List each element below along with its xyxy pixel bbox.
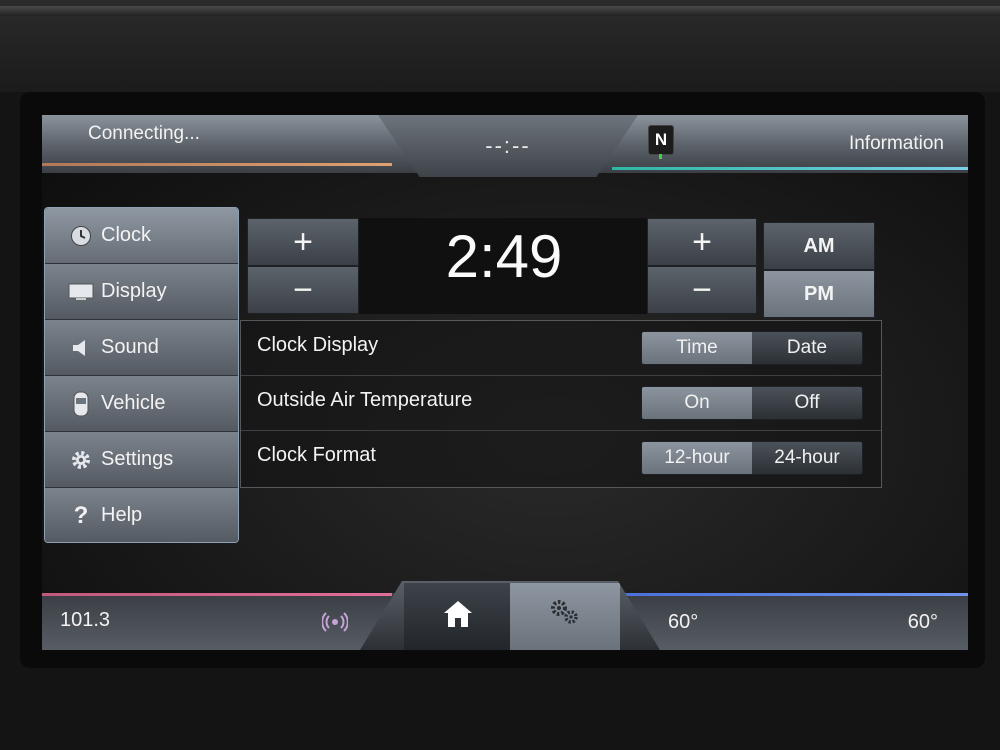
bezel-top (0, 0, 1000, 92)
accent-line-teal (612, 167, 968, 170)
option-on[interactable]: On (642, 387, 752, 419)
driver-temperature[interactable]: 60° (668, 611, 698, 634)
top-status-bar: Connecting... --:-- N Information (42, 115, 968, 177)
accent-line-pink (42, 593, 392, 596)
display-icon (63, 282, 99, 302)
option-time[interactable]: Time (642, 332, 752, 364)
gear-icon (63, 448, 99, 472)
radio-frequency[interactable]: 101.3 (60, 609, 110, 632)
sidebar-item-label: Help (101, 504, 143, 526)
clock-settings-list: Clock Display Time Date Outside Air Temp… (240, 320, 882, 488)
option-date[interactable]: Date (752, 332, 862, 364)
hour-minus-button[interactable]: − (247, 266, 359, 314)
sidebar-item-label: Settings (101, 448, 174, 470)
settings-sidebar: Clock Display Sound Vehicle Settings ? H… (44, 207, 239, 543)
option-off[interactable]: Off (752, 387, 862, 419)
setting-label: Outside Air Temperature (257, 389, 473, 411)
car-icon (63, 391, 99, 417)
minute-minus-button[interactable]: − (647, 266, 757, 314)
clock-format-toggle: 12-hour 24-hour (641, 441, 863, 475)
outside-temp-toggle: On Off (641, 386, 863, 420)
passenger-temperature[interactable]: 60° (908, 611, 938, 634)
sidebar-item-label: Vehicle (101, 392, 166, 414)
sidebar-item-label: Clock (101, 224, 152, 246)
settings-tab-button[interactable] (510, 583, 620, 650)
broadcast-icon[interactable] (321, 609, 349, 640)
sidebar-item-help[interactable]: ? Help (45, 488, 238, 542)
option-24-hour[interactable]: 24-hour (752, 442, 862, 474)
setting-row-clock-display: Clock Display Time Date (241, 321, 881, 376)
hour-plus-button[interactable]: + (247, 218, 359, 266)
am-button[interactable]: AM (763, 222, 875, 270)
setting-label: Clock Display (257, 334, 379, 356)
setting-row-clock-format: Clock Format 12-hour 24-hour (241, 431, 881, 485)
sidebar-item-vehicle[interactable]: Vehicle (45, 376, 238, 432)
compass-indicator: N (648, 125, 674, 159)
accent-line-blue (610, 593, 968, 596)
minute-plus-button[interactable]: + (647, 218, 757, 266)
sidebar-item-clock[interactable]: Clock (45, 208, 238, 264)
setting-label: Clock Format (257, 444, 376, 466)
sidebar-item-sound[interactable]: Sound (45, 320, 238, 376)
sidebar-item-settings[interactable]: Settings (45, 432, 238, 488)
question-icon: ? (73, 501, 89, 529)
clock-readout: --:-- (485, 133, 531, 158)
option-12-hour[interactable]: 12-hour (642, 442, 752, 474)
pm-button[interactable]: PM (763, 270, 875, 318)
clock-display-toggle: Time Date (641, 331, 863, 365)
sidebar-item-display[interactable]: Display (45, 264, 238, 320)
time-display: 2:49 (359, 218, 649, 314)
setting-row-outside-temp: Outside Air Temperature On Off (241, 376, 881, 431)
gears-icon (548, 597, 582, 632)
clock-icon (63, 225, 99, 247)
bottom-tab-group (360, 581, 660, 650)
time-setter: + − 2:49 + − AM PM (247, 218, 877, 318)
sidebar-item-label: Sound (101, 336, 159, 358)
speaker-icon (63, 337, 99, 359)
home-button[interactable] (404, 583, 510, 650)
clock-tab[interactable]: --:-- (378, 115, 638, 177)
sidebar-item-label: Display (101, 280, 167, 302)
touch-screen: Connecting... --:-- N Information Clock … (42, 115, 968, 650)
home-icon (442, 599, 474, 634)
accent-line-orange (42, 163, 392, 166)
connection-status: Connecting... (88, 123, 200, 144)
information-button[interactable]: Information (849, 133, 944, 155)
